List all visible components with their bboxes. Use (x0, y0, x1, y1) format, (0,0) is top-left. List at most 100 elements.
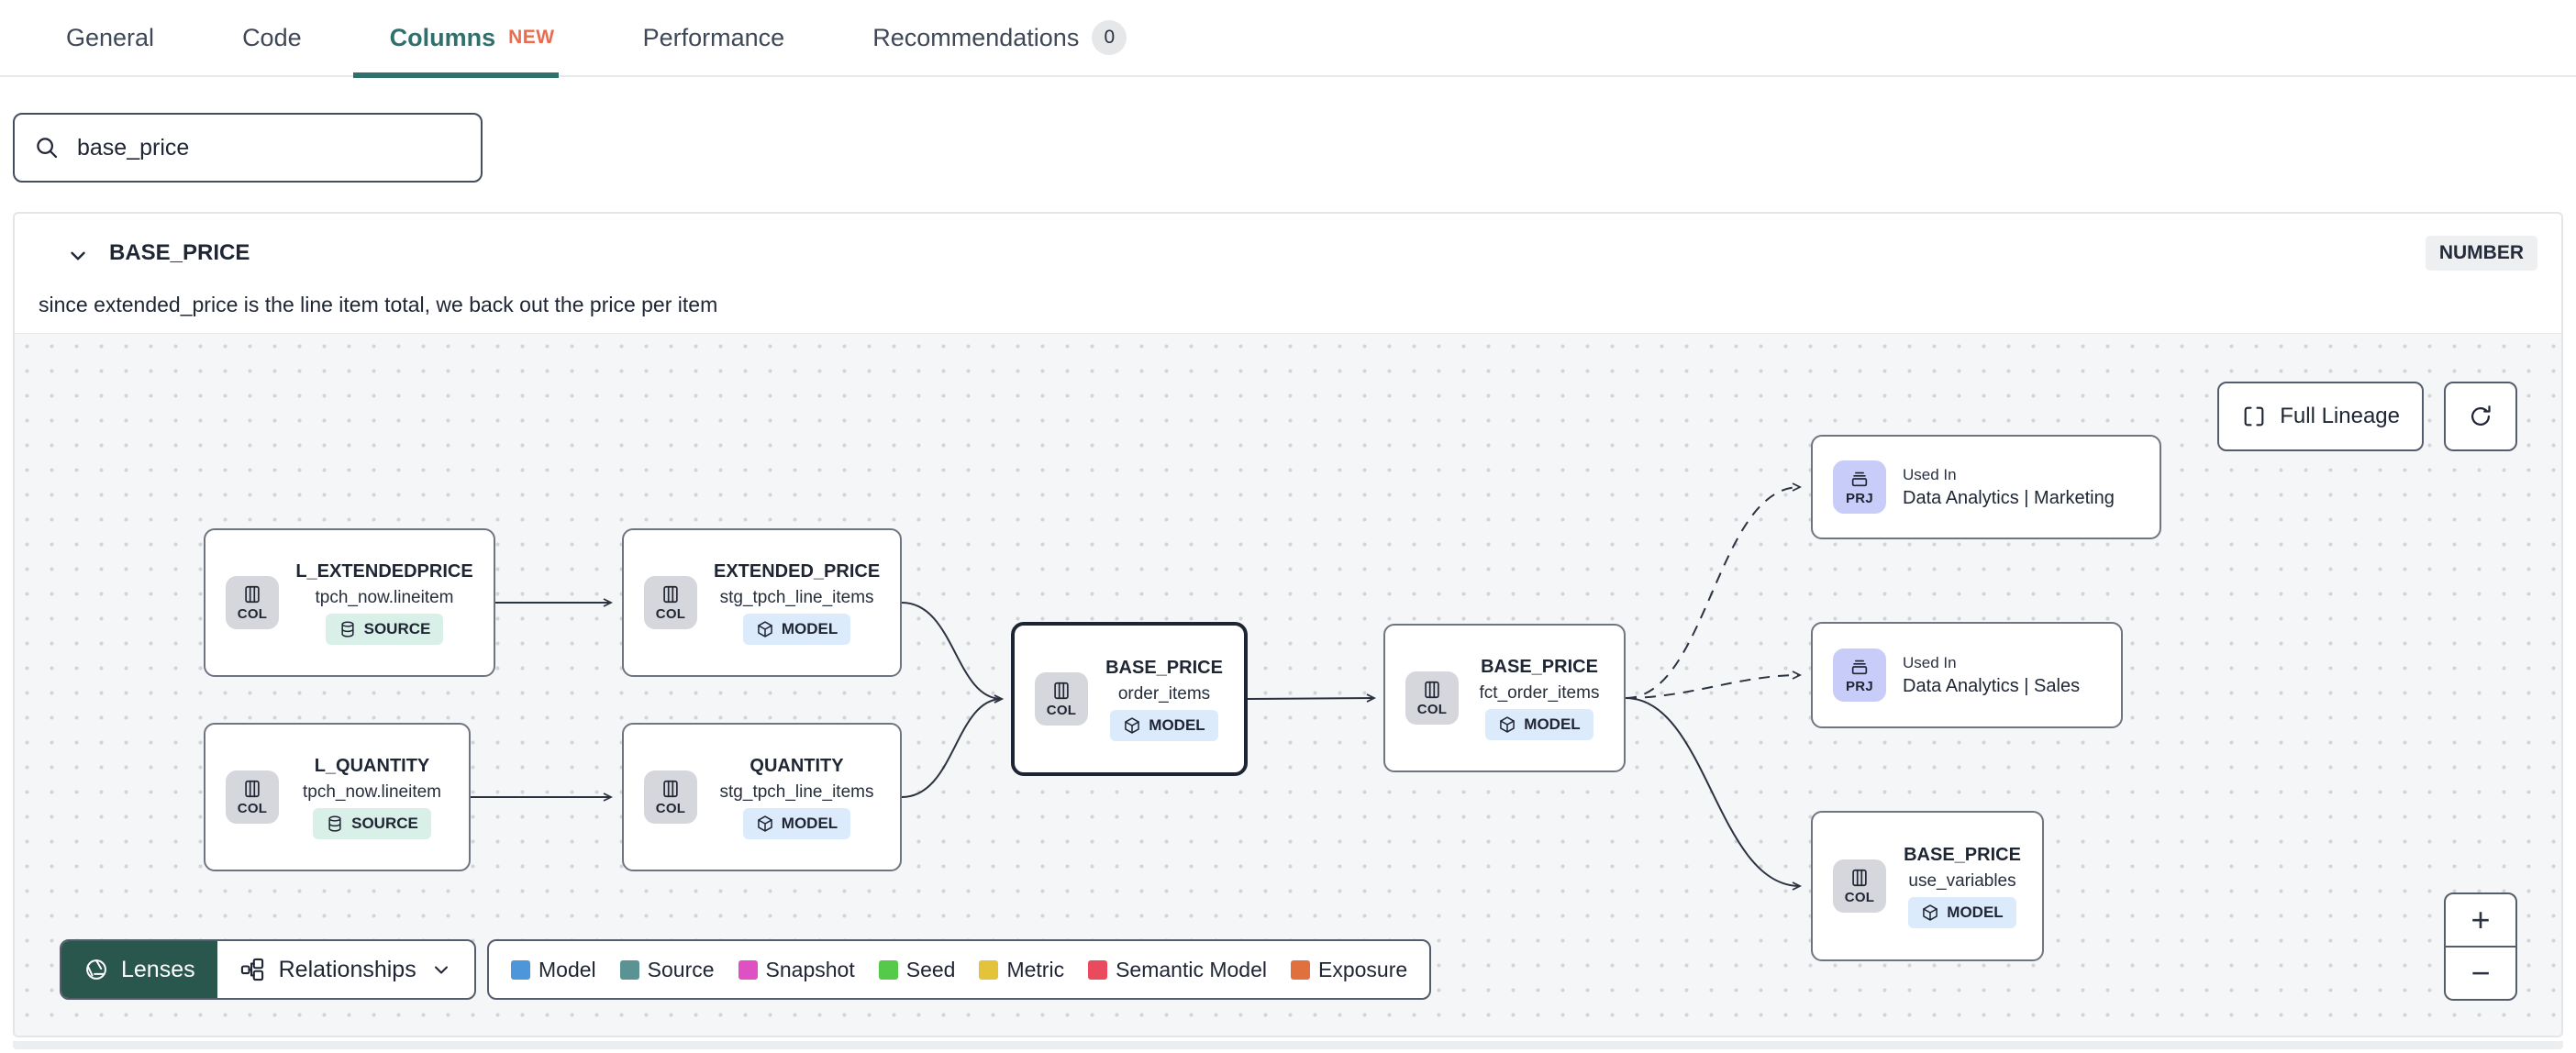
lineage-legend: Model Source Snapshot Seed Metric Semant… (487, 939, 1432, 1000)
tab-label: Columns (389, 23, 496, 51)
legend-item-model: Model (511, 958, 596, 982)
stack-icon (1851, 660, 1868, 674)
legend-swatch (511, 959, 530, 980)
lineage-node-used-in-sales[interactable]: PRJ Used In Data Analytics | Sales (1811, 622, 2123, 728)
column-panel: BASE_PRICE NUMBER since extended_price i… (13, 212, 2563, 1037)
legend-swatch (979, 959, 999, 980)
legend-swatch (1291, 959, 1310, 980)
column-chip: COL (644, 770, 697, 824)
chip-label: COL (655, 800, 686, 816)
lineage-node-base-price-fct-order-items[interactable]: COL BASE_PRICE fct_order_items MODEL (1383, 624, 1626, 772)
tab-label: General (66, 23, 155, 51)
lineage-node-used-in-marketing[interactable]: PRJ Used In Data Analytics | Marketing (1811, 435, 2161, 539)
column-chip: COL (226, 770, 279, 824)
search-icon (37, 138, 58, 159)
chip-label: PRJ (1845, 490, 1874, 506)
columns-icon (245, 780, 260, 797)
model-badge: MODEL (1110, 709, 1218, 741)
new-badge: NEW (508, 27, 555, 48)
chip-label: PRJ (1845, 678, 1874, 694)
search-input[interactable] (77, 134, 462, 161)
full-lineage-label: Full Lineage (2280, 404, 2400, 428)
chevron-down-icon[interactable] (66, 244, 90, 268)
legend-label: Model (539, 957, 596, 981)
tab-recommendations[interactable]: Recommendations 0 (872, 0, 1127, 76)
chip-label: COL (1844, 889, 1875, 905)
legend-label: Semantic Model (1116, 957, 1267, 981)
tab-columns[interactable]: Columns NEW (352, 0, 559, 78)
zoom-controls: + − (2444, 892, 2517, 1001)
lineage-node-base-price-use-variables[interactable]: COL BASE_PRICE use_variables MODEL (1811, 811, 2044, 961)
node-title: L_EXTENDEDPRICE (295, 560, 473, 582)
refresh-button[interactable] (2444, 382, 2517, 451)
chip-label: COL (237, 800, 268, 816)
column-chip: COL (226, 576, 279, 629)
chevron-down-icon (434, 966, 448, 974)
columns-icon (1054, 682, 1069, 699)
refresh-icon (2471, 405, 2491, 426)
lenses-button[interactable]: Lenses (61, 941, 217, 998)
lineage-node-l-extendedprice[interactable]: COL L_EXTENDEDPRICE tpch_now.lineitem SO… (204, 528, 495, 677)
columns-icon (1425, 681, 1439, 698)
column-chip: COL (1833, 859, 1886, 913)
node-subtitle: order_items (1117, 683, 1211, 704)
node-subtitle: stg_tpch_line_items (719, 587, 874, 607)
node-title: QUANTITY (749, 755, 844, 776)
used-in-label: Used In (1903, 465, 1957, 483)
columns-icon (663, 780, 678, 797)
node-title: EXTENDED_PRICE (714, 560, 881, 582)
tab-performance[interactable]: Performance (643, 0, 785, 76)
legend-label: Exposure (1318, 957, 1408, 981)
columns-icon (245, 585, 260, 603)
bottom-divider (13, 1041, 2563, 1049)
tab-label: Performance (642, 23, 785, 51)
full-lineage-button[interactable]: Full Lineage (2217, 382, 2424, 451)
cube-icon (1125, 716, 1140, 734)
badge-label: SOURCE (363, 619, 431, 637)
column-chip: COL (1405, 671, 1459, 725)
stack-icon (1851, 471, 1868, 486)
legend-swatch (738, 959, 758, 980)
node-subtitle: use_variables (1908, 870, 2016, 891)
tab-general[interactable]: General (66, 0, 154, 76)
node-title: Data Analytics | Marketing (1903, 487, 2115, 508)
lineage-node-quantity[interactable]: COL QUANTITY stg_tpch_line_items MODEL (622, 723, 902, 871)
node-title: BASE_PRICE (1904, 844, 2021, 865)
legend-item-semantic-model: Semantic Model (1088, 958, 1267, 982)
relationships-icon (240, 958, 263, 981)
model-badge: MODEL (1908, 896, 2016, 928)
column-description: since extended_price is the line item to… (39, 293, 718, 316)
zoom-out-button[interactable]: − (2446, 946, 2515, 999)
tab-label: Recommendations (872, 23, 1080, 51)
chip-label: COL (1416, 701, 1448, 717)
zoom-in-button[interactable]: + (2446, 894, 2515, 946)
legend-item-seed: Seed (878, 958, 955, 982)
node-title: BASE_PRICE (1105, 657, 1223, 678)
badge-label: MODEL (1947, 903, 2004, 921)
tab-code[interactable]: Code (242, 0, 302, 76)
tab-bar: General Code Columns NEW Performance Rec… (0, 0, 2576, 78)
lenses-toolbar: Lenses Relationships (60, 939, 476, 1000)
legend-label: Metric (1006, 957, 1065, 981)
lineage-canvas[interactable]: COL L_EXTENDEDPRICE tpch_now.lineitem SO… (15, 333, 2561, 1036)
project-chip: PRJ (1833, 648, 1886, 702)
legend-item-metric: Metric (979, 958, 1064, 982)
database-icon (328, 815, 341, 832)
column-chip: COL (1035, 672, 1088, 726)
node-title: Data Analytics | Sales (1903, 675, 2081, 696)
column-chip: COL (644, 576, 697, 629)
expand-icon (2244, 406, 2264, 427)
node-subtitle: tpch_now.lineitem (315, 587, 454, 607)
relationships-dropdown[interactable]: Relationships (217, 941, 474, 998)
columns-icon (1852, 869, 1867, 886)
cube-icon (1500, 715, 1516, 733)
badge-label: MODEL (1149, 715, 1205, 734)
badge-label: SOURCE (351, 814, 418, 832)
column-header: BASE_PRICE NUMBER since extended_price i… (15, 214, 2561, 333)
used-in-label: Used In (1903, 653, 1957, 671)
lineage-node-l-quantity[interactable]: COL L_QUANTITY tpch_now.lineitem SOURCE (204, 723, 471, 871)
legend-item-source: Source (619, 957, 715, 982)
lineage-node-extended-price[interactable]: COL EXTENDED_PRICE stg_tpch_line_items M… (622, 528, 902, 677)
lineage-node-base-price-order-items[interactable]: COL BASE_PRICE order_items MODEL (1011, 622, 1248, 776)
legend-label: Source (647, 957, 715, 981)
